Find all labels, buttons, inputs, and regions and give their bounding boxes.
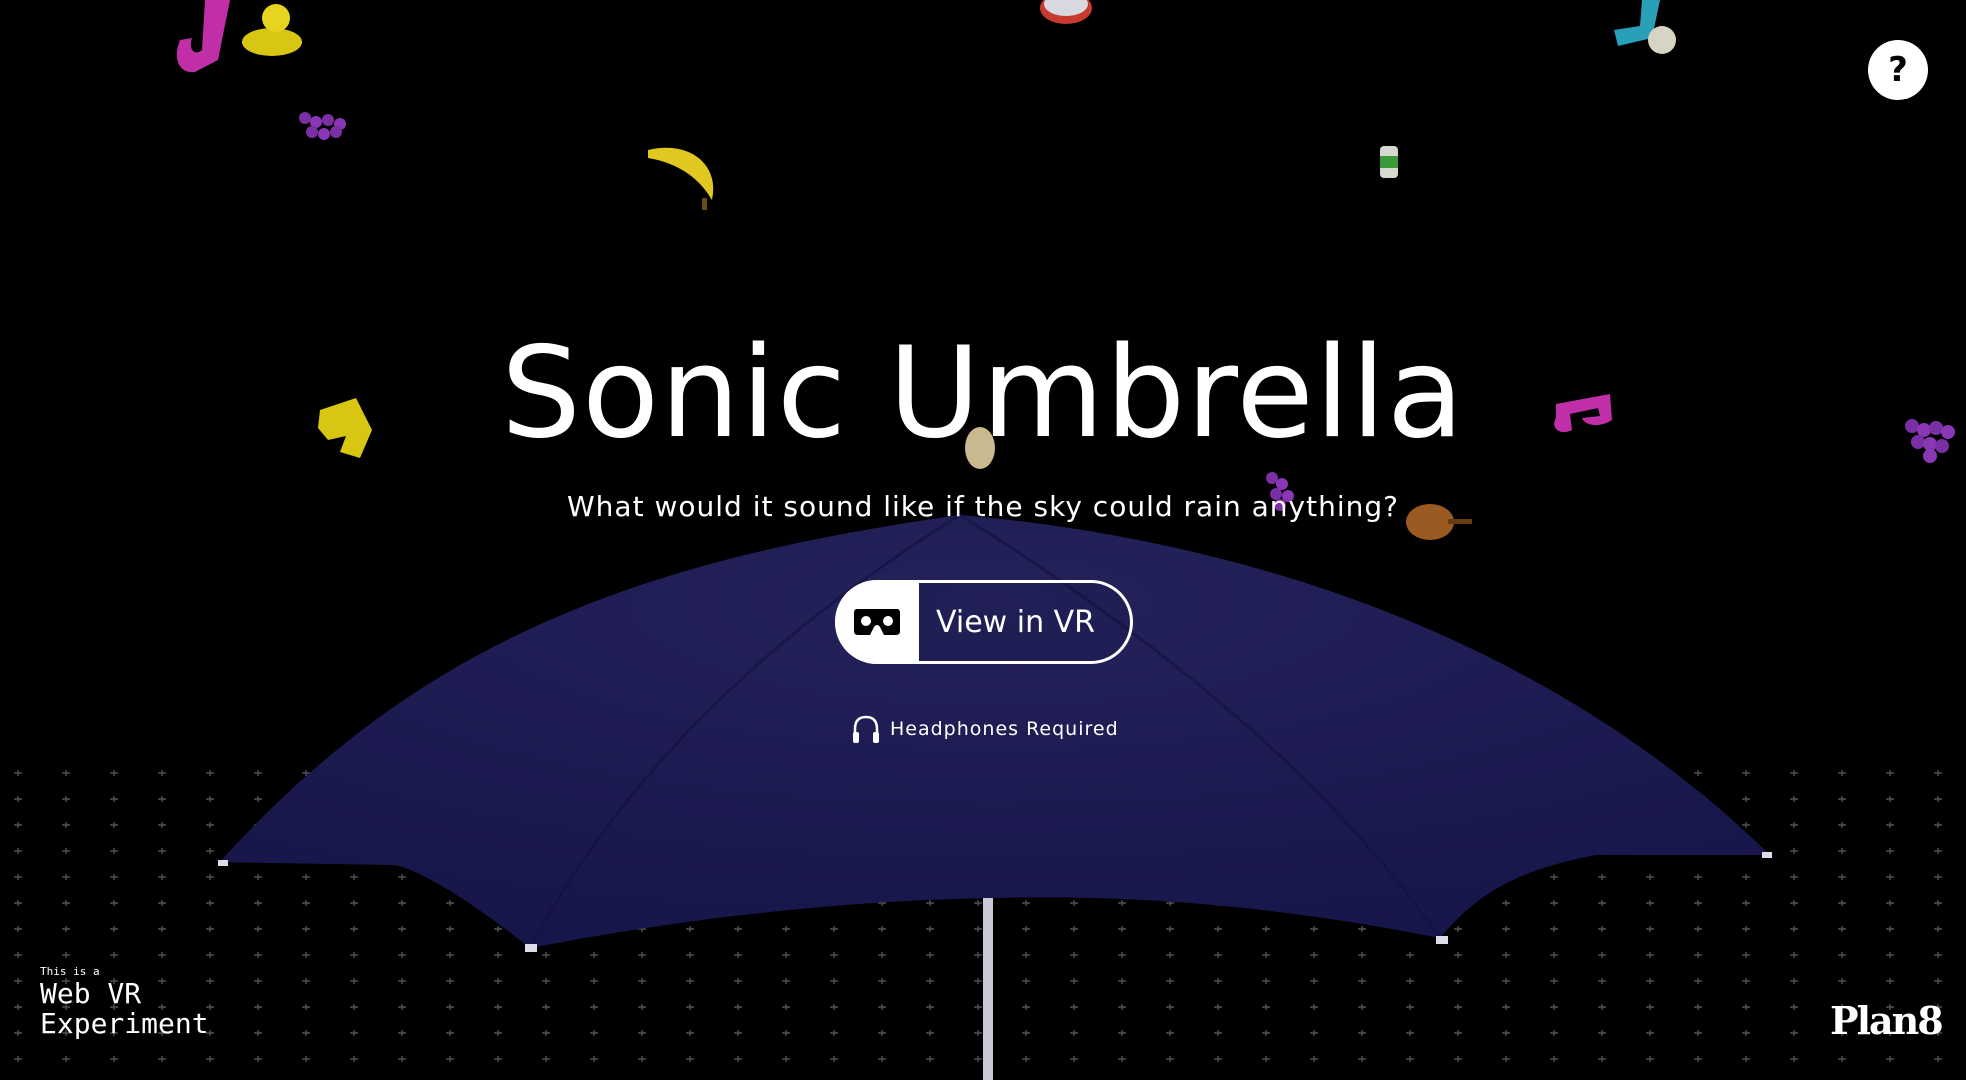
- help-label: ?: [1888, 50, 1908, 90]
- music-note-object: [1614, 0, 1676, 54]
- plan8-logo[interactable]: Plan8: [1830, 998, 1944, 1043]
- headphones-label: Headphones Required: [890, 718, 1119, 740]
- webvr-experiment-badge[interactable]: This is a Web VR Experiment: [40, 965, 209, 1039]
- view-in-vr-button[interactable]: View in VR: [835, 580, 1133, 664]
- page-subtitle: What would it sound like if the sky coul…: [567, 490, 1399, 523]
- page-title: Sonic Umbrella: [501, 319, 1465, 466]
- floor-grid: [0, 760, 1966, 1080]
- banana-object: [648, 147, 714, 210]
- help-button[interactable]: ?: [1868, 40, 1928, 100]
- rubber-duck-object: [242, 4, 302, 56]
- drum-object: [1040, 0, 1092, 24]
- experience-page: ? Sonic Umbrella What would it sound lik…: [0, 0, 1966, 1080]
- headphones-notice: Headphones Required: [850, 712, 1119, 746]
- grapes-object: [299, 112, 346, 140]
- headphones-icon: [853, 715, 879, 743]
- badge-line-experiment: Experiment: [40, 1007, 209, 1040]
- view-in-vr-label: View in VR: [936, 604, 1095, 640]
- vr-headset-icon: [835, 580, 919, 664]
- badge-line-webvr: Web VR: [40, 977, 142, 1010]
- battery-object: [1380, 146, 1398, 178]
- music-note-object: [176, 0, 230, 73]
